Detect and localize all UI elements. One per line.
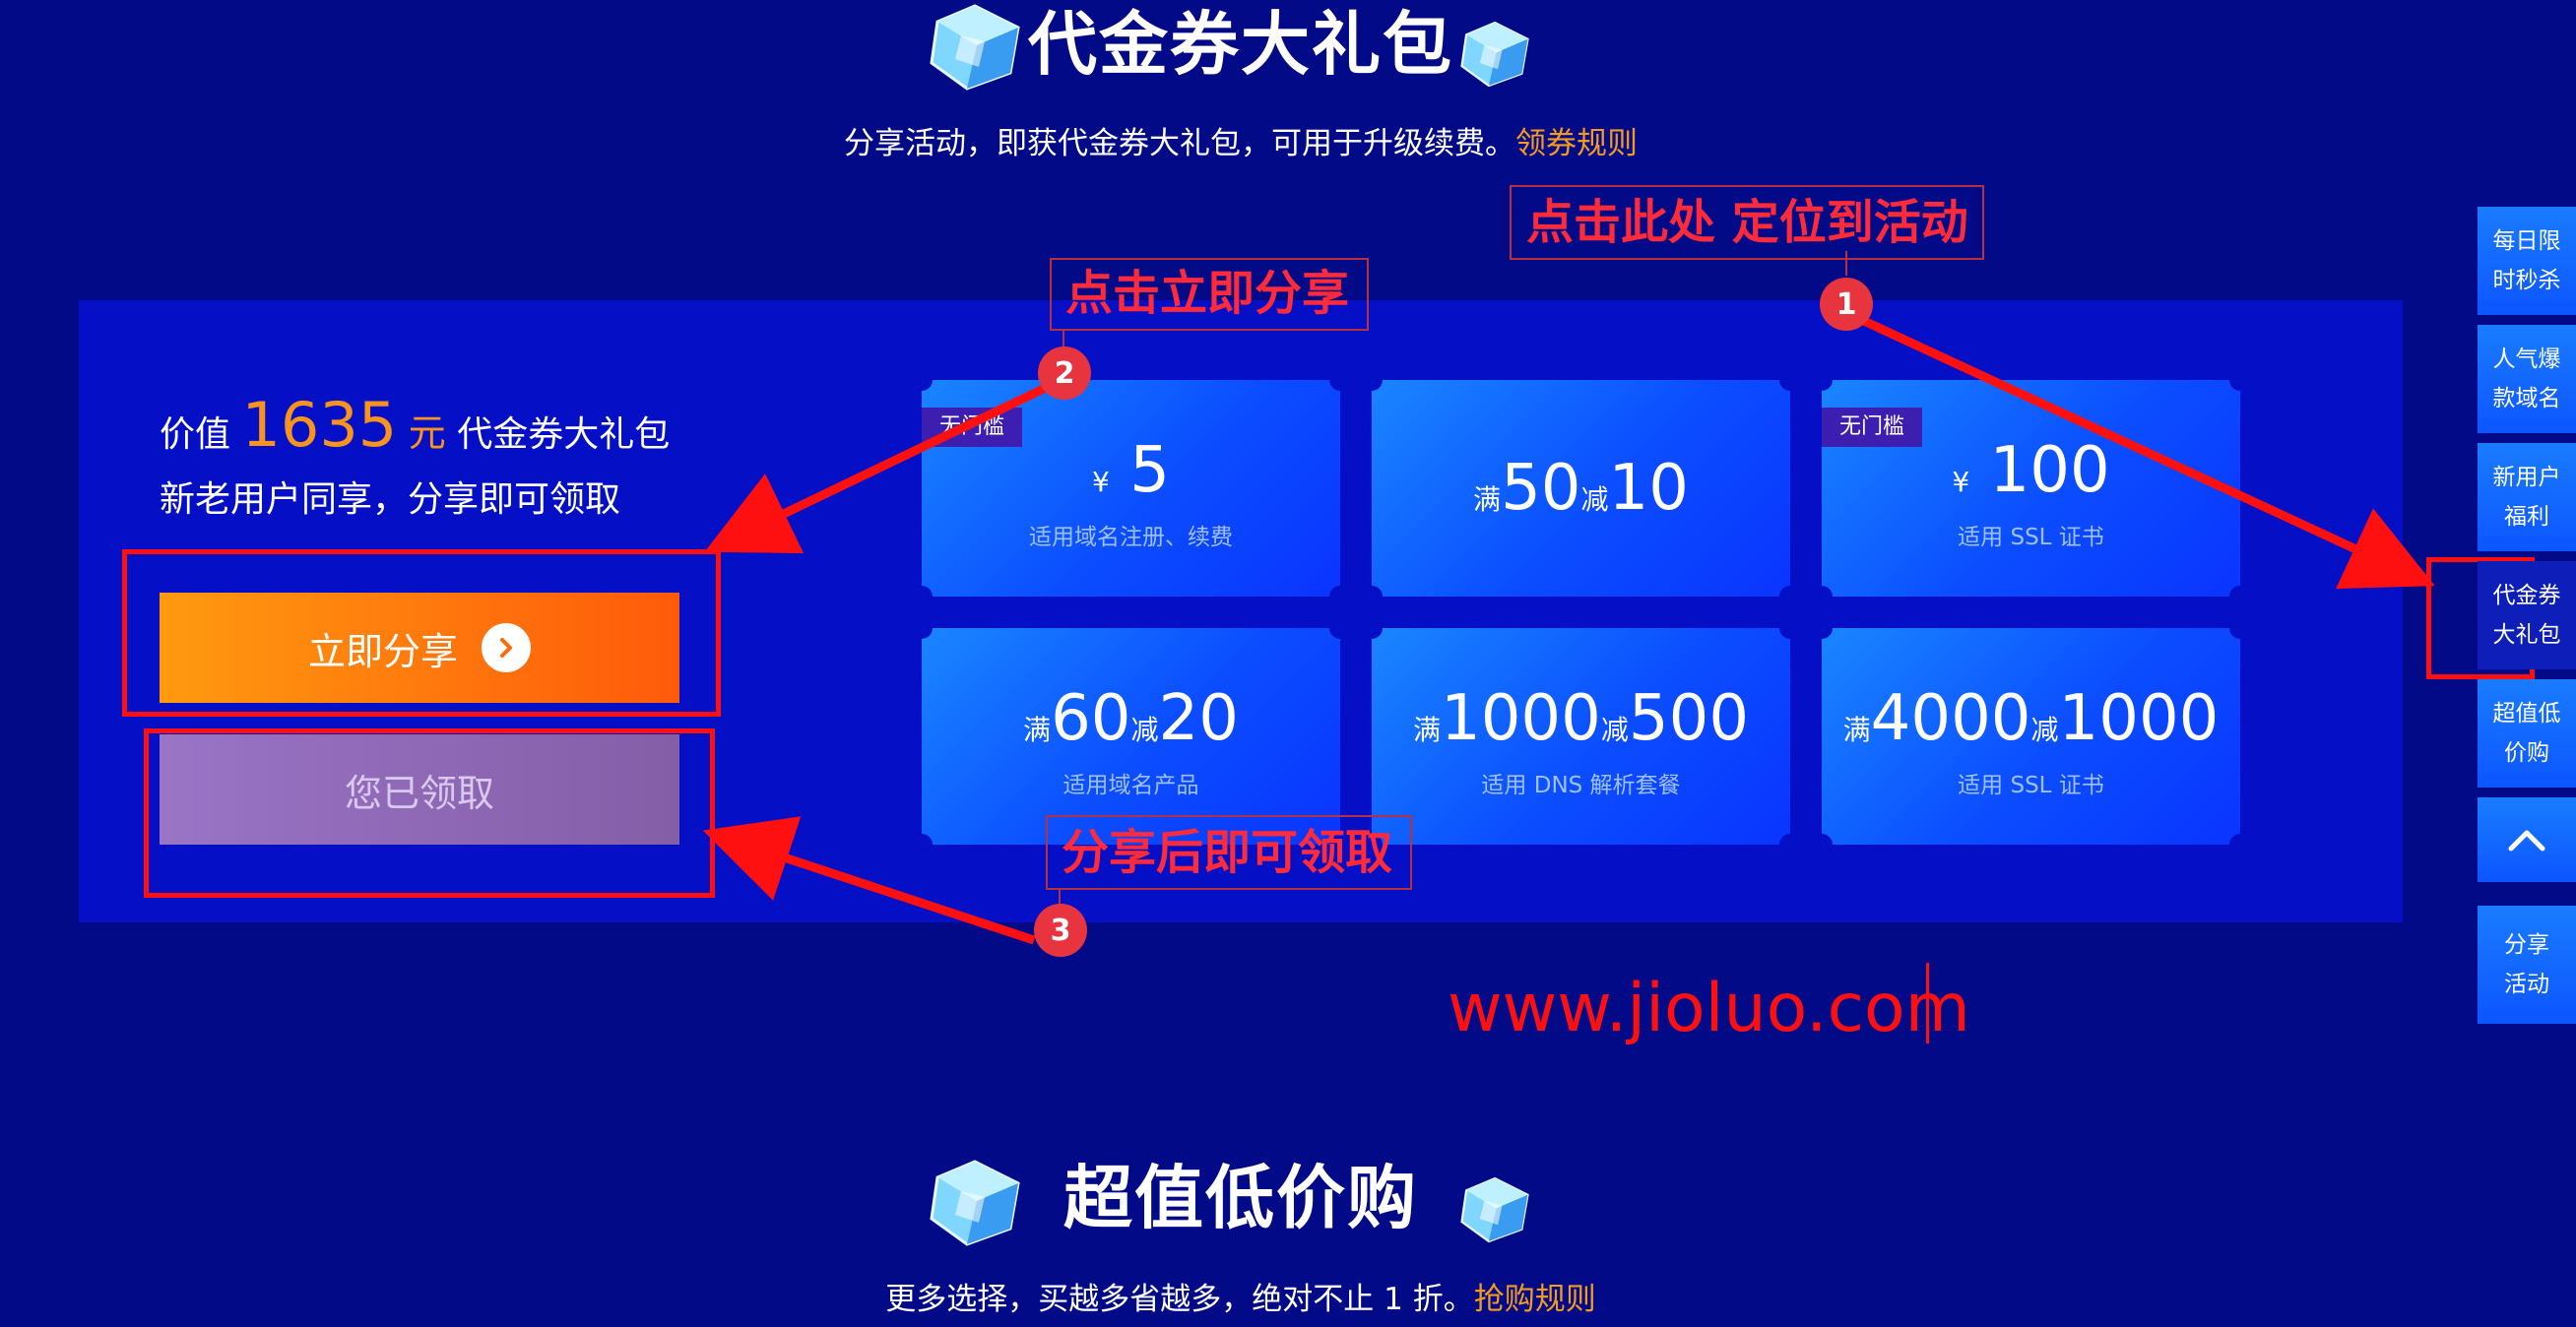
deal-rules-link[interactable]: 抢购规则 xyxy=(1474,1282,1596,1317)
subtitle-text: 更多选择，买越多省越多，绝对不止 1 折。 xyxy=(885,1282,1474,1317)
sidenav-item-flash-sale[interactable]: 每日限 时秒杀 xyxy=(2478,207,2576,315)
annotation-text-1: 点击此处 定位到活动 xyxy=(1526,195,1968,250)
sidenav-item-hot-domains[interactable]: 人气爆 款域名 xyxy=(2478,325,2576,433)
step-badge-1: 1 xyxy=(1820,278,1873,331)
arrow-to-claimed xyxy=(702,816,1036,945)
sidenav-item-share[interactable]: 分享 活动 xyxy=(2478,906,2576,1024)
text-cursor xyxy=(1926,963,1929,1043)
annotation-text-2: 点击立即分享 xyxy=(1065,266,1350,321)
step-badge-2: 2 xyxy=(1038,347,1091,400)
annotation-text-3: 分享后即可领取 xyxy=(1062,825,1393,880)
section-subtitle-deals: 更多选择，买越多省越多，绝对不止 1 折。抢购规则 xyxy=(0,1280,2481,1319)
arrow-to-sidenav xyxy=(1849,310,2435,590)
sidenav-item-low-price[interactable]: 超值低 价购 xyxy=(2478,679,2576,788)
back-to-top-button[interactable] xyxy=(2478,797,2576,882)
section-title-deals: 超值低价购 xyxy=(1063,1158,1418,1238)
sidenav-item-new-user[interactable]: 新用户 福利 xyxy=(2478,443,2576,551)
arrow-to-share xyxy=(704,379,1056,554)
step-badge-3: 3 xyxy=(1034,904,1087,957)
chevron-up-icon xyxy=(2508,830,2545,852)
annotation-arrows xyxy=(702,251,2435,945)
sidenav-item-vouchers[interactable]: 代金券 大礼包 xyxy=(2478,561,2576,669)
watermark-text: www.jioluo.com xyxy=(1448,970,1970,1047)
crystal-cube-icon xyxy=(1460,1176,1529,1243)
